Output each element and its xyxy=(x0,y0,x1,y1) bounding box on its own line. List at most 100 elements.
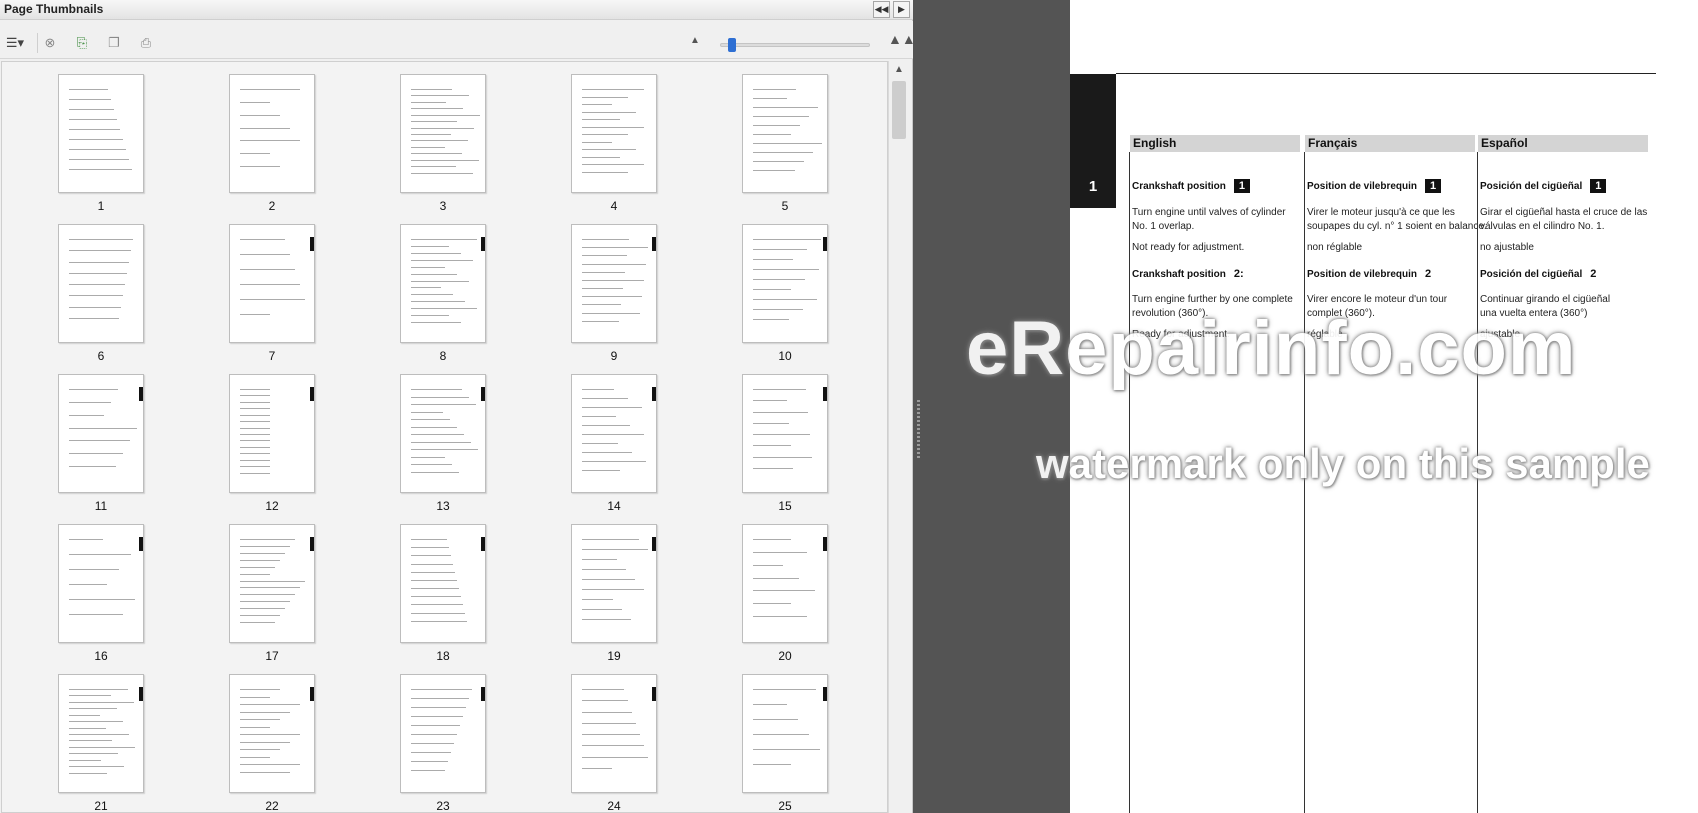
page-thumbnail[interactable]: 19 xyxy=(571,524,657,674)
thumbnail-page-preview[interactable] xyxy=(571,674,657,793)
page-thumbnail[interactable]: 12 xyxy=(229,374,315,524)
page-thumbnail[interactable]: 9 xyxy=(571,224,657,374)
options-menu-icon[interactable]: ☰▾ xyxy=(2,33,28,53)
scroll-up-icon[interactable]: ▲ xyxy=(892,63,906,77)
thumbnail-text-line xyxy=(411,596,461,598)
thumbnail-page-preview[interactable] xyxy=(58,374,144,493)
thumbnail-text-line xyxy=(582,722,636,724)
thumbnail-page-number: 14 xyxy=(607,499,621,513)
thumbnail-text-line xyxy=(582,745,644,747)
expand-right-icon[interactable]: ▶ xyxy=(893,1,910,18)
zoom-slider-handle[interactable] xyxy=(728,38,736,52)
thumbnail-page-preview[interactable] xyxy=(400,674,486,793)
thumbnail-page-preview[interactable] xyxy=(229,674,315,793)
thumbnail-page-number: 5 xyxy=(781,199,789,213)
page-thumbnail[interactable]: 22 xyxy=(229,674,315,812)
thumbnail-text-line xyxy=(411,588,459,590)
thumbnail-page-preview[interactable] xyxy=(58,524,144,643)
thumbnail-text-line xyxy=(411,604,463,606)
page-thumbnail[interactable]: 24 xyxy=(571,674,657,812)
print-pages-icon[interactable]: ⎙ xyxy=(136,33,156,53)
insert-pages-icon[interactable]: ⎘ xyxy=(72,33,92,53)
page-thumbnail[interactable]: 14 xyxy=(571,374,657,524)
thumbnail-text-line xyxy=(411,172,473,174)
scrollbar-thumb[interactable] xyxy=(892,81,906,139)
thumbnail-text-line xyxy=(582,255,627,257)
thumbnail-text-line xyxy=(582,320,619,322)
page-thumbnail[interactable]: 23 xyxy=(400,674,486,812)
position-1-badge: 1 xyxy=(1425,179,1442,193)
thumbnail-text-line xyxy=(69,554,131,555)
thumbnail-page-preview[interactable] xyxy=(571,524,657,643)
page-thumbnail[interactable]: 2 xyxy=(229,74,315,224)
thumbnail-page-preview[interactable] xyxy=(400,524,486,643)
page-thumbnail[interactable]: 16 xyxy=(58,524,144,674)
thumbnail-page-number: 25 xyxy=(778,799,792,813)
thumbnail-page-preview[interactable] xyxy=(400,74,486,193)
thumbnail-text-line xyxy=(69,766,124,768)
pane-splitter[interactable] xyxy=(913,0,1070,813)
page-thumbnail[interactable]: 18 xyxy=(400,524,486,674)
zoom-in-mountain-icon[interactable]: ▲▲ xyxy=(888,31,916,47)
thumbnail-text-line xyxy=(69,746,135,748)
page-thumbnail[interactable]: 25 xyxy=(742,674,828,813)
thumbnail-page-preview[interactable] xyxy=(58,674,144,793)
page-thumbnail[interactable]: 3 xyxy=(400,74,486,224)
thumbnail-text-line xyxy=(411,411,443,413)
page-thumbnail[interactable]: 11 xyxy=(58,374,144,524)
delete-pages-icon[interactable]: ⊗ xyxy=(40,33,60,53)
thumbnail-page-number: 6 xyxy=(97,349,105,363)
thumbnail-page-number: 13 xyxy=(436,499,450,513)
thumbnail-text-line xyxy=(582,271,625,273)
thumbnail-text-line xyxy=(69,599,135,600)
thumbnail-page-preview[interactable] xyxy=(571,224,657,343)
thumbnail-page-preview[interactable] xyxy=(229,374,315,493)
thumbnail-page-preview[interactable] xyxy=(742,674,828,793)
thumbnail-page-preview[interactable] xyxy=(571,74,657,193)
thumbnail-text-line xyxy=(753,125,800,126)
thumbnail-page-preview[interactable] xyxy=(229,524,315,643)
thumbnail-text-line xyxy=(582,756,648,758)
thumbnail-page-preview[interactable] xyxy=(400,224,486,343)
thumbnail-page-preview[interactable] xyxy=(742,374,828,493)
thumbnail-text-line xyxy=(69,539,103,540)
thumbnail-page-preview[interactable] xyxy=(742,224,828,343)
page-thumbnail[interactable]: 8 xyxy=(400,224,486,374)
splitter-grip[interactable] xyxy=(917,400,920,460)
thumbnail-page-preview[interactable] xyxy=(58,224,144,343)
page-thumbnail[interactable]: 10 xyxy=(742,224,828,374)
thumbnail-page-preview[interactable] xyxy=(58,74,144,193)
page-thumbnail[interactable]: 1 xyxy=(58,74,144,224)
thumbnail-text-line xyxy=(582,156,620,158)
thumbnail-page-preview[interactable] xyxy=(742,74,828,193)
zoom-out-mountain-icon[interactable]: ▲ xyxy=(690,35,700,46)
thumbnail-text-line xyxy=(582,425,630,426)
thumbnail-page-preview[interactable] xyxy=(229,74,315,193)
page-thumbnail[interactable]: 15 xyxy=(742,374,828,524)
page-thumbnail[interactable]: 4 xyxy=(571,74,657,224)
zoom-slider[interactable] xyxy=(720,38,870,52)
thumbnail-text-line xyxy=(240,719,280,720)
vertical-scrollbar[interactable]: ▲ xyxy=(888,61,908,813)
thumbnail-tab-marker xyxy=(310,237,314,251)
page-thumbnail[interactable]: 7 xyxy=(229,224,315,374)
thumbnail-page-preview[interactable] xyxy=(742,524,828,643)
thumbnail-text-line xyxy=(240,764,300,765)
page-thumbnail[interactable]: 17 xyxy=(229,524,315,674)
thumbnail-text-line xyxy=(753,309,803,310)
thumbnail-text-line xyxy=(582,279,644,281)
collapse-left-icon[interactable]: ◀◀ xyxy=(873,1,890,18)
thumbnail-tab-marker xyxy=(139,387,143,401)
page-thumbnail[interactable]: 13 xyxy=(400,374,486,524)
position-1-badge: 1 xyxy=(1590,179,1607,193)
replace-pages-icon[interactable]: ❐ xyxy=(104,33,124,53)
page-thumbnail[interactable]: 21 xyxy=(58,674,144,812)
page-thumbnail[interactable]: 5 xyxy=(742,74,828,224)
thumbnail-page-preview[interactable] xyxy=(400,374,486,493)
page-thumbnail[interactable]: 20 xyxy=(742,524,828,674)
thumbnail-page-preview[interactable] xyxy=(229,224,315,343)
thumbnail-text-line xyxy=(411,153,462,155)
page-thumbnail[interactable]: 6 xyxy=(58,224,144,374)
thumbnail-tab-marker xyxy=(310,537,314,551)
thumbnail-page-preview[interactable] xyxy=(571,374,657,493)
